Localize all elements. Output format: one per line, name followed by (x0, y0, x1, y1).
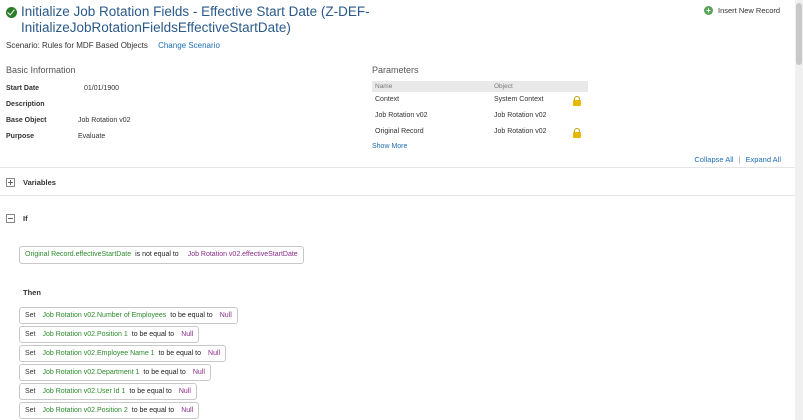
info-value: Evaluate (78, 133, 106, 140)
set-value[interactable]: Null (193, 369, 205, 376)
parameter-object: System Context (494, 96, 544, 103)
insert-new-record-label: Insert New Record (718, 6, 781, 15)
set-operator: to be equal to (129, 388, 172, 395)
separator: | (738, 155, 741, 164)
set-operator: to be equal to (143, 369, 186, 376)
set-operator: to be equal to (131, 407, 175, 414)
set-value[interactable]: Null (181, 331, 193, 338)
set-value[interactable]: Null (179, 388, 191, 395)
set-keyword: Set (25, 350, 36, 357)
plus-circle-icon: + (704, 6, 713, 15)
variables-header[interactable]: Variables (6, 178, 56, 187)
set-operator: to be equal to (131, 331, 175, 338)
insert-new-record-button[interactable]: + Insert New Record (704, 6, 780, 15)
scenario-text: Scenario: Rules for MDF Based Objects (6, 41, 148, 50)
page-header: Initialize Job Rotation Fields - Effecti… (6, 4, 606, 36)
info-label: Start Date (6, 85, 40, 92)
info-label: Base Object (6, 117, 47, 124)
parameter-object: Job Rotation v02 (494, 128, 547, 135)
divider (0, 167, 795, 168)
show-more-link[interactable]: Show More (372, 143, 407, 150)
set-keyword: Set (25, 331, 36, 338)
condition-operator[interactable]: is not equal to (135, 251, 179, 258)
then-label: Then (23, 288, 41, 297)
basic-information-title: Basic Information (6, 65, 76, 75)
info-value: Job Rotation v02 (78, 117, 131, 124)
expand-icon[interactable] (6, 178, 15, 187)
set-keyword: Set (25, 388, 36, 395)
set-field[interactable]: Job Rotation v02.Department 1 (43, 369, 140, 376)
if-label: If (23, 214, 28, 223)
parameter-name: Job Rotation v02 (375, 112, 428, 119)
set-keyword: Set (25, 369, 36, 376)
parameter-row: Original Record Job Rotation v02 (372, 124, 588, 140)
change-scenario-link[interactable]: Change Scenario (158, 41, 220, 50)
set-statement[interactable]: Set Job Rotation v02.Employee Name 1 to be… (19, 345, 227, 362)
condition-left-operand[interactable]: Original Record.effectiveStartDate (25, 251, 131, 258)
parameters-header-row: Name Object (372, 81, 588, 92)
collapse-all-link[interactable]: Collapse All (694, 155, 733, 164)
variables-label: Variables (23, 178, 56, 187)
condition-right-operand[interactable]: Job Rotation v02.effectiveStartDate (188, 251, 298, 258)
set-field[interactable]: Job Rotation v02.Number of Employees (43, 312, 167, 319)
column-header-name: Name (375, 83, 393, 90)
vertical-scrollbar[interactable] (795, 0, 803, 420)
set-field[interactable]: Job Rotation v02.Employee Name 1 (43, 350, 155, 357)
collapse-icon[interactable] (6, 214, 15, 223)
rule-page: Initialize Job Rotation Fields - Effecti… (0, 0, 795, 420)
parameters-table: Name Object Context System Context Job R… (372, 81, 588, 140)
parameter-object: Job Rotation v02 (494, 112, 547, 119)
set-statement[interactable]: Set Job Rotation v02.Number of Employees t… (19, 307, 238, 324)
lock-icon (573, 96, 581, 106)
collapse-expand-controls: Collapse All | Expand All (694, 155, 781, 164)
if-header[interactable]: If (6, 214, 28, 223)
if-condition[interactable]: Original Record.effectiveStartDate is not… (19, 246, 304, 264)
info-value: 01/01/1900 (84, 85, 120, 92)
scenario-line: Scenario: Rules for MDF Based Objects Ch… (6, 41, 220, 50)
set-statement[interactable]: Set Job Rotation v02.User Id 1 to be equal… (19, 383, 197, 400)
parameter-name: Original Record (375, 128, 424, 135)
info-label: Description (6, 101, 45, 108)
parameter-name: Context (375, 96, 400, 103)
set-value[interactable]: Null (208, 350, 220, 357)
scrollbar-thumb[interactable] (796, 3, 802, 65)
page-title: Initialize Job Rotation Fields - Effecti… (21, 4, 370, 35)
set-statement[interactable]: Set Job Rotation v02.Position 1 to be equa… (19, 326, 200, 343)
set-keyword: Set (25, 407, 36, 414)
divider (0, 195, 795, 196)
set-field[interactable]: Job Rotation v02.User Id 1 (43, 388, 126, 395)
parameter-row: Job Rotation v02 Job Rotation v02 (372, 108, 588, 124)
set-field[interactable]: Job Rotation v02.Position 2 (43, 407, 128, 414)
expand-all-link[interactable]: Expand All (746, 155, 781, 164)
set-operator: to be equal to (158, 350, 202, 357)
set-value[interactable]: Null (220, 312, 232, 319)
set-keyword: Set (25, 312, 36, 319)
check-circle-icon (6, 7, 17, 18)
lock-icon (573, 128, 581, 138)
set-value[interactable]: Null (181, 407, 193, 414)
parameter-row: Context System Context (372, 92, 588, 108)
set-statement[interactable]: Set Job Rotation v02.Position 2 to be equa… (19, 402, 200, 419)
set-operator: to be equal to (170, 312, 213, 319)
set-field[interactable]: Job Rotation v02.Position 1 (43, 331, 128, 338)
parameters-title: Parameters (372, 65, 419, 75)
info-label: Purpose (6, 133, 35, 140)
set-statement[interactable]: Set Job Rotation v02.Department 1 to be eq… (19, 364, 211, 381)
column-header-object: Object (494, 83, 513, 90)
